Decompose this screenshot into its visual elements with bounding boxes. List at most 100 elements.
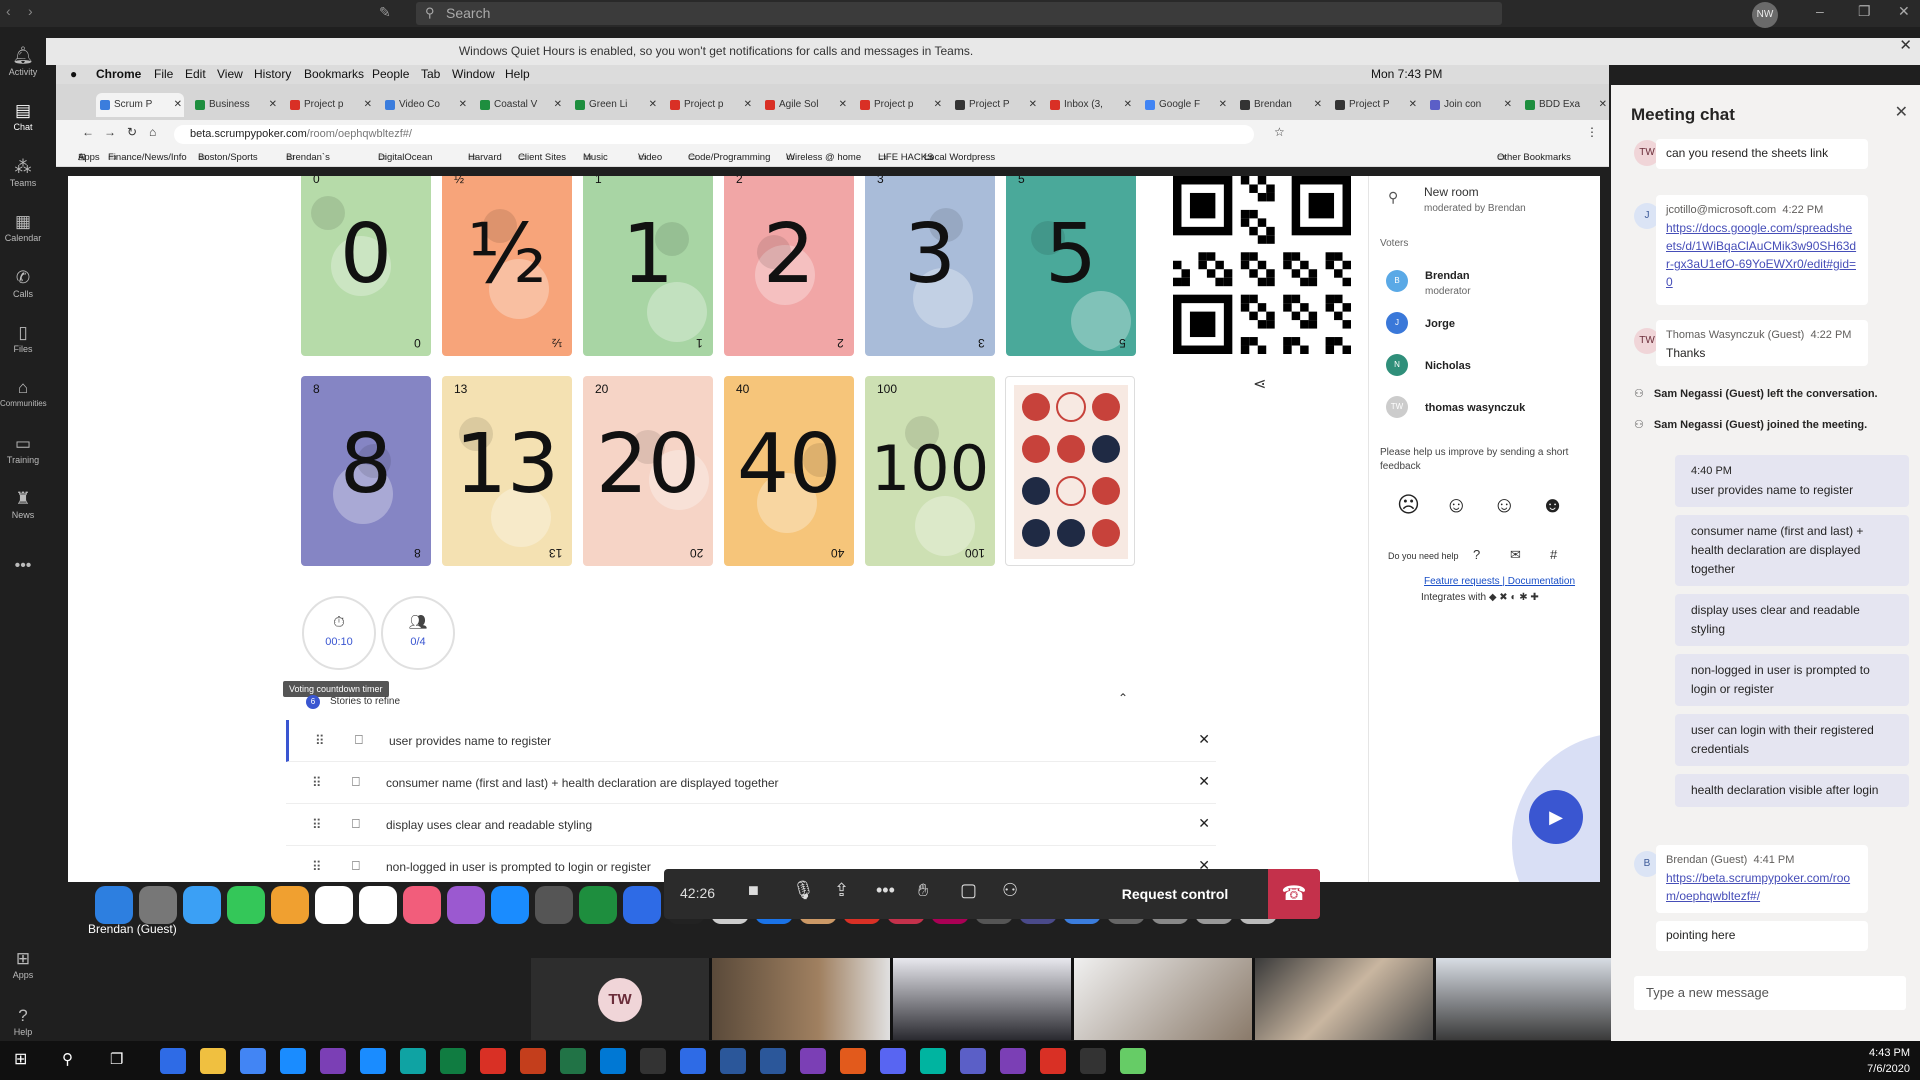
menu-bookmarks[interactable]: Bookmarks [304,65,364,84]
room-link[interactable]: https://beta.scrumpypoker.com/room/oephq… [1666,871,1850,903]
story-row[interactable]: ⠿ ⎕ consumer name (first and last) + healt… [286,762,1216,804]
dock-app-icon[interactable] [447,886,485,924]
menu-view[interactable]: View [217,65,243,84]
forward-arrow-icon[interactable]: › [28,4,33,18]
poker-card[interactable]: 13 13 13 [442,376,572,566]
poker-card[interactable]: ½½½ [442,176,572,356]
browser-tab[interactable]: Project p ✕ [286,93,374,117]
bookmark-item[interactable]: ▭ Boston/Sports [198,148,258,167]
rail-calendar[interactable]: ▦ Calendar [0,213,46,243]
star-icon[interactable]: ☆ [1274,126,1285,138]
menu-window[interactable]: Window [452,65,495,84]
close-window-icon[interactable]: ✕ [1898,4,1910,18]
bookmark-item[interactable]: ▭ Code/Programming [688,148,770,167]
dock-app-icon[interactable] [403,886,441,924]
close-tab-icon[interactable]: ✕ [1504,93,1512,117]
bookmark-item[interactable]: ▭ Wireless @ home [786,148,861,167]
video-tile[interactable] [1074,958,1252,1040]
delete-story-icon[interactable]: ✕ [1198,773,1210,790]
browser-tab[interactable]: Google F ✕ [1141,93,1229,117]
timer-button[interactable]: ⏱ 00:10 [302,596,376,670]
rail-training[interactable]: ▭ Training [0,435,46,465]
browser-tab[interactable]: Project P ✕ [951,93,1039,117]
taskbar-app-icon[interactable] [360,1048,386,1074]
compose-icon[interactable]: ✎ [379,5,391,19]
browser-tab[interactable]: Agile Sol ✕ [761,93,849,117]
poker-card[interactable]: 888 [301,376,431,566]
rail-help[interactable]: ? Help [0,1007,46,1037]
participants-icon[interactable]: ⚇ [1002,881,1018,899]
taskbar-app-icon[interactable] [240,1048,266,1074]
taskbar-app-icon[interactable] [480,1048,506,1074]
hang-up-button[interactable]: ☎︎ [1268,869,1320,919]
rail-communities[interactable]: ⌂ Communities [0,379,47,408]
participant-tile[interactable]: TW [531,958,709,1040]
camera-icon[interactable]: ■ [748,881,759,899]
share-icon[interactable]: ⋖ [1253,377,1266,393]
search-icon[interactable]: ⚲ [62,1052,73,1067]
browser-tab[interactable]: Coastal V ✕ [476,93,564,117]
close-tab-icon[interactable]: ✕ [1409,93,1417,117]
url-input[interactable]: beta.scrumpypoker.com/room/oephqwbltezf#… [174,125,1254,144]
video-tile[interactable] [1255,958,1433,1040]
bookmark-item[interactable]: ▭ Local Wordpress [924,148,995,167]
taskbar-app-icon[interactable] [1120,1048,1146,1074]
taskbar-app-icon[interactable] [560,1048,586,1074]
browser-tab[interactable]: Business ✕ [191,93,279,117]
taskbar-app-icon[interactable] [440,1048,466,1074]
taskbar-app-icon[interactable] [400,1048,426,1074]
rail-apps[interactable]: ⊞ Apps [0,950,46,980]
task-view-icon[interactable]: ❐ [110,1052,123,1067]
close-tab-icon[interactable]: ✕ [744,93,752,117]
meeting-chat-icon[interactable]: ▢ [960,881,977,899]
taskbar-app-icon[interactable] [520,1048,546,1074]
drag-handle-icon[interactable]: ⠿ [312,859,322,875]
close-tab-icon[interactable]: ✕ [1599,93,1607,117]
bookmark-item[interactable]: ▭ DigitalOcean [378,148,432,167]
poker-card[interactable]: 111 [583,176,713,356]
bookmark-item[interactable]: ▭ Client Sites [518,148,566,167]
players-button[interactable]: 👥︎ 0/4 [381,596,455,670]
close-tab-icon[interactable]: ✕ [649,93,657,117]
poker-card[interactable]: 40 40 40 [724,376,854,566]
taskbar-app-icon[interactable] [200,1048,226,1074]
bookmark-item[interactable]: ⊞ Apps [78,148,100,167]
bookmark-item[interactable]: ▭ Video [638,148,662,167]
bookmark-item[interactable]: ▭ Brendan`s [286,148,330,167]
bookmark-item[interactable]: ▭ Music [583,148,608,167]
bookmark-icon[interactable]: ⎕ [352,774,360,790]
bookmark-item[interactable]: ▭ Finance/News/Info [108,148,187,167]
close-tab-icon[interactable]: ✕ [839,93,847,117]
happy-face-icon[interactable]: ☻ [1541,494,1564,516]
bookmark-icon[interactable]: ⎕ [352,816,360,832]
close-tab-icon[interactable]: ✕ [174,93,182,117]
rail-calls[interactable]: ✆ Calls [0,269,46,299]
dock-app-icon[interactable] [227,886,265,924]
taskbar-app-icon[interactable] [840,1048,866,1074]
avatar[interactable]: NW [1752,2,1778,28]
dock-app-icon[interactable] [623,886,661,924]
menu-help[interactable]: Help [505,65,530,84]
delete-story-icon[interactable]: ✕ [1198,731,1210,748]
menu-history[interactable]: History [254,65,291,84]
feature-requests-link[interactable]: Feature requests | Documentation [1424,576,1575,587]
browser-tab[interactable]: Project P ✕ [1331,93,1419,117]
coffee-card[interactable] [1005,376,1135,566]
video-tile[interactable] [1436,958,1611,1040]
taskbar-app-icon[interactable] [1040,1048,1066,1074]
story-row[interactable]: ⠿ ⎕ display uses clear and readable stylin… [286,804,1216,846]
poker-card[interactable]: 20 20 20 [583,376,713,566]
dock-app-icon[interactable] [359,886,397,924]
taskbar-app-icon[interactable] [1000,1048,1026,1074]
windows-start-icon[interactable]: ⊞ [14,1052,27,1068]
video-tile[interactable] [712,958,890,1040]
taskbar-app-icon[interactable] [920,1048,946,1074]
dock-app-icon[interactable] [491,886,529,924]
question-icon[interactable]: ? [1473,548,1480,561]
stories-header[interactable]: Stories to refine [330,696,400,707]
poker-card[interactable]: 555 [1006,176,1136,356]
close-tab-icon[interactable]: ✕ [1314,93,1322,117]
close-tab-icon[interactable]: ✕ [1124,93,1132,117]
browser-tab[interactable]: Video Co ✕ [381,93,469,117]
close-tab-icon[interactable]: ✕ [1029,93,1037,117]
